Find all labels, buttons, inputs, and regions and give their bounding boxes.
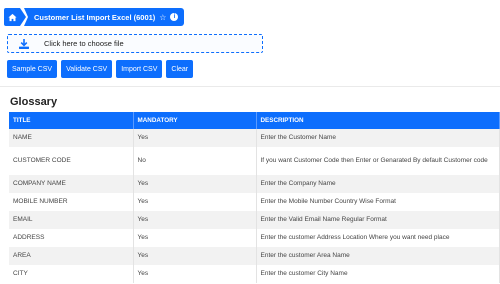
cell-description: Enter the Company Name — [256, 175, 500, 193]
cell-title: ADDRESS — [9, 229, 134, 247]
page-title: Customer List Import Excel (6001) — [34, 12, 156, 22]
cell-description: Enter the customer Area Name — [256, 247, 500, 265]
cell-mandatory: Yes — [133, 265, 257, 283]
upload-label: Click here to choose file — [44, 39, 124, 48]
table-row: CUSTOMER CODE No If you want Customer Co… — [9, 147, 500, 175]
column-header-title: TITLE — [9, 112, 134, 129]
column-header-mandatory: MANDATORY — [133, 112, 257, 129]
sample-csv-button[interactable]: Sample CSV — [7, 60, 58, 78]
table-row: AREA Yes Enter the customer Area Name — [9, 247, 500, 265]
cell-mandatory: No — [133, 147, 257, 175]
glossary-table: TITLE MANDATORY DESCRIPTION NAME Yes Ent… — [9, 112, 500, 283]
cell-mandatory: Yes — [133, 175, 257, 193]
cell-description: Enter the customer Address Location Wher… — [256, 229, 500, 247]
cell-title: EMAIL — [9, 211, 134, 229]
table-row: EMAIL Yes Enter the Valid Email Name Reg… — [9, 211, 500, 229]
download-icon — [18, 38, 30, 50]
cell-mandatory: Yes — [133, 193, 257, 211]
validate-csv-button[interactable]: Validate CSV — [61, 60, 113, 78]
cell-title: AREA — [9, 247, 134, 265]
cell-description: Enter the Valid Email Name Regular Forma… — [256, 211, 500, 229]
cell-description: Enter the Mobile Number Country Wise For… — [256, 193, 500, 211]
table-row: NAME Yes Enter the Customer Name — [9, 129, 500, 147]
file-upload-dropzone[interactable]: Click here to choose file — [7, 34, 263, 53]
glossary-heading: Glossary — [10, 96, 58, 108]
cell-mandatory: Yes — [133, 129, 257, 147]
column-header-description: DESCRIPTION — [256, 112, 500, 129]
star-icon[interactable]: ☆ — [159, 13, 166, 22]
breadcrumb: Customer List Import Excel (6001) ☆ i — [4, 8, 185, 26]
cell-title: COMPANY NAME — [9, 175, 134, 193]
table-row: CITY Yes Enter the customer City Name — [9, 265, 500, 283]
cell-title: CITY — [9, 265, 134, 283]
home-button[interactable] — [4, 8, 20, 26]
breadcrumb-separator — [20, 8, 26, 26]
import-csv-button[interactable]: Import CSV — [116, 60, 163, 78]
cell-title: NAME — [9, 129, 134, 147]
cell-description: Enter the Customer Name — [256, 129, 500, 147]
cell-description: Enter the customer City Name — [256, 265, 500, 283]
action-toolbar: Sample CSV Validate CSV Import CSV Clear — [7, 60, 194, 78]
table-header-row: TITLE MANDATORY DESCRIPTION — [9, 112, 500, 129]
section-divider — [0, 86, 500, 87]
info-icon[interactable]: i — [170, 13, 179, 21]
table-row: ADDRESS Yes Enter the customer Address L… — [9, 229, 500, 247]
cell-mandatory: Yes — [133, 229, 257, 247]
home-icon — [7, 13, 17, 21]
table-row: MOBILE NUMBER Yes Enter the Mobile Numbe… — [9, 193, 500, 211]
breadcrumb-current: Customer List Import Excel (6001) ☆ i — [24, 8, 185, 26]
cell-description: If you want Customer Code then Enter or … — [256, 147, 500, 175]
clear-button[interactable]: Clear — [166, 60, 194, 78]
cell-title: CUSTOMER CODE — [9, 147, 134, 175]
table-row: COMPANY NAME Yes Enter the Company Name — [9, 175, 500, 193]
cell-mandatory: Yes — [133, 211, 257, 229]
cell-title: MOBILE NUMBER — [9, 193, 134, 211]
cell-mandatory: Yes — [133, 247, 257, 265]
